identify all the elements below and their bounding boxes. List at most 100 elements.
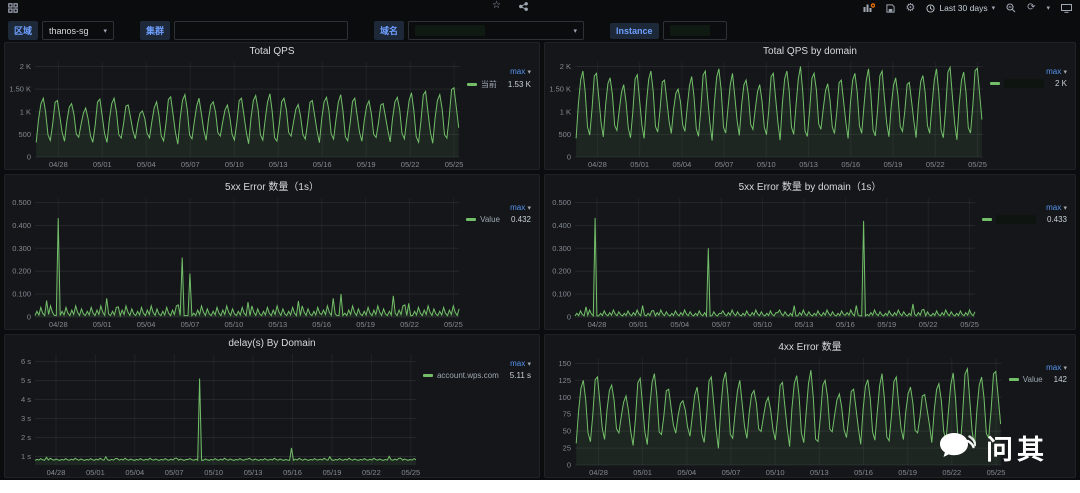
- apps-grid-icon[interactable]: [8, 3, 18, 13]
- svg-text:25: 25: [563, 444, 571, 453]
- chevron-down-icon: ▾: [527, 361, 531, 368]
- add-panel-icon[interactable]: [863, 3, 875, 13]
- legend-max-value: 142: [1054, 375, 1067, 384]
- svg-text:05/07: 05/07: [715, 160, 734, 169]
- panel-title[interactable]: 4xx Error 数量: [545, 335, 1075, 353]
- svg-text:05/22: 05/22: [942, 468, 961, 477]
- svg-text:6 s: 6 s: [21, 357, 31, 366]
- refresh-interval-dropdown-icon[interactable]: ▾: [1046, 5, 1050, 12]
- chevron-down-icon: ▾: [527, 69, 531, 76]
- legend-sort-max[interactable]: max ▾: [1046, 363, 1067, 372]
- chart-total-qps[interactable]: 2 K1.50 K1 K500004/2805/0105/0405/0705/1…: [5, 57, 465, 169]
- svg-text:05/10: 05/10: [766, 468, 785, 477]
- svg-text:500: 500: [18, 130, 31, 139]
- panel-title[interactable]: Total QPS: [5, 43, 539, 57]
- chevron-down-icon: ▾: [1063, 69, 1067, 76]
- svg-text:4 s: 4 s: [21, 395, 31, 404]
- svg-text:05/25: 05/25: [444, 320, 463, 329]
- filter-region-select[interactable]: thanos-sg ▾: [42, 21, 114, 40]
- svg-text:05/04: 05/04: [137, 320, 156, 329]
- dashboard-settings-icon[interactable]: ⚙: [906, 3, 916, 14]
- svg-text:05/22: 05/22: [919, 320, 938, 329]
- legend-row: Value 0.432: [466, 215, 531, 224]
- svg-text:0: 0: [567, 153, 571, 162]
- chevron-down-icon: ▾: [574, 27, 578, 35]
- svg-text:05/10: 05/10: [757, 160, 776, 169]
- legend-sort-max[interactable]: max ▾: [1046, 203, 1067, 212]
- svg-text:05/01: 05/01: [93, 160, 112, 169]
- svg-text:0: 0: [567, 461, 571, 470]
- svg-text:05/04: 05/04: [125, 468, 144, 477]
- svg-text:05/22: 05/22: [400, 320, 419, 329]
- legend-series-label-redacted: [1004, 79, 1044, 88]
- chart-total-qps-by-domain[interactable]: 2 K1.50 K1 K500004/2805/0105/0405/0705/1…: [545, 57, 988, 169]
- svg-text:05/16: 05/16: [836, 320, 855, 329]
- legend-sort-max[interactable]: max ▾: [1046, 67, 1067, 76]
- chart-5xx-error-by-domain[interactable]: 0.5000.4000.3000.2000.100004/2805/0105/0…: [545, 193, 980, 329]
- star-icon[interactable]: ☆: [492, 1, 501, 11]
- legend-row: 2 K: [990, 79, 1067, 88]
- svg-text:05/07: 05/07: [181, 160, 200, 169]
- svg-text:0: 0: [27, 313, 31, 322]
- filter-region-label: 区域: [8, 21, 38, 40]
- filter-domain-select[interactable]: ▾: [408, 21, 584, 40]
- series-color-swatch: [982, 218, 992, 221]
- svg-text:150: 150: [558, 359, 571, 368]
- svg-text:05/13: 05/13: [810, 468, 829, 477]
- refresh-icon[interactable]: ⟳: [1027, 3, 1035, 13]
- legend: max ▾ 当前 1.53 K: [465, 57, 539, 169]
- svg-text:0.100: 0.100: [552, 290, 571, 299]
- legend-max-value: 1.53 K: [508, 80, 531, 89]
- svg-text:0.300: 0.300: [12, 244, 31, 253]
- svg-text:0.200: 0.200: [12, 267, 31, 276]
- panel-delay-by-domain: delay(s) By Domain 6 s5 s4 s3 s2 s1 s04/…: [4, 334, 540, 478]
- legend-series-label[interactable]: Value: [1023, 375, 1043, 384]
- cycle-view-icon[interactable]: [1061, 4, 1072, 13]
- svg-text:0.300: 0.300: [552, 244, 571, 253]
- legend-series-label[interactable]: 当前: [481, 79, 497, 90]
- legend-series-label[interactable]: Value: [480, 215, 500, 224]
- legend-sort-max[interactable]: max ▾: [510, 203, 531, 212]
- svg-text:0.500: 0.500: [12, 198, 31, 207]
- legend-max-value: 0.432: [511, 215, 531, 224]
- legend-row: 当前 1.53 K: [467, 79, 531, 90]
- filter-instance-label: Instance: [610, 23, 659, 39]
- save-dashboard-icon[interactable]: [886, 4, 895, 13]
- legend: max ▾ account.wps.com 5.11 s: [421, 349, 539, 477]
- svg-text:0.100: 0.100: [12, 290, 31, 299]
- chevron-down-icon: ▾: [104, 27, 108, 35]
- filter-cluster-input[interactable]: [174, 21, 348, 40]
- svg-text:05/01: 05/01: [629, 320, 648, 329]
- svg-text:500: 500: [558, 130, 571, 139]
- zoom-out-icon[interactable]: [1006, 3, 1016, 13]
- legend-series-label[interactable]: account.wps.com: [437, 371, 499, 380]
- panel-title[interactable]: delay(s) By Domain: [5, 335, 539, 349]
- svg-text:05/04: 05/04: [677, 468, 696, 477]
- panel-title[interactable]: 5xx Error 数量 by domain（1s）: [545, 175, 1075, 193]
- filter-domain-label: 域名: [374, 21, 404, 40]
- series-color-swatch: [1009, 378, 1019, 381]
- legend-sort-max[interactable]: max ▾: [510, 359, 531, 368]
- svg-text:05/01: 05/01: [93, 320, 112, 329]
- dashboard-grid: Total QPS 2 K1.50 K1 K500004/2805/0105/0…: [4, 42, 1076, 478]
- svg-text:05/19: 05/19: [356, 320, 375, 329]
- svg-text:05/25: 05/25: [987, 468, 1006, 477]
- series-color-swatch: [467, 83, 477, 86]
- svg-text:1 s: 1 s: [21, 452, 31, 461]
- chart-delay-by-domain[interactable]: 6 s5 s4 s3 s2 s1 s04/2805/0105/0405/0705…: [5, 349, 421, 477]
- svg-text:04/28: 04/28: [49, 320, 68, 329]
- chevron-down-icon: ▾: [527, 205, 531, 212]
- legend-sort-max[interactable]: max ▾: [510, 67, 531, 76]
- svg-text:05/13: 05/13: [244, 468, 263, 477]
- chart-5xx-error[interactable]: 0.5000.4000.3000.2000.100004/2805/0105/0…: [5, 193, 464, 329]
- panel-title[interactable]: 5xx Error 数量（1s）: [5, 175, 539, 193]
- svg-text:05/13: 05/13: [799, 160, 818, 169]
- panel-5xx-error: 5xx Error 数量（1s） 0.5000.4000.3000.2000.1…: [4, 174, 540, 330]
- chevron-down-icon: ▾: [1063, 365, 1067, 372]
- svg-text:04/28: 04/28: [47, 468, 66, 477]
- share-icon[interactable]: [519, 1, 528, 11]
- panel-title[interactable]: Total QPS by domain: [545, 43, 1075, 57]
- filter-instance-select[interactable]: [663, 21, 727, 40]
- svg-text:05/19: 05/19: [877, 320, 896, 329]
- time-range-picker[interactable]: Last 30 days ▾: [926, 3, 995, 13]
